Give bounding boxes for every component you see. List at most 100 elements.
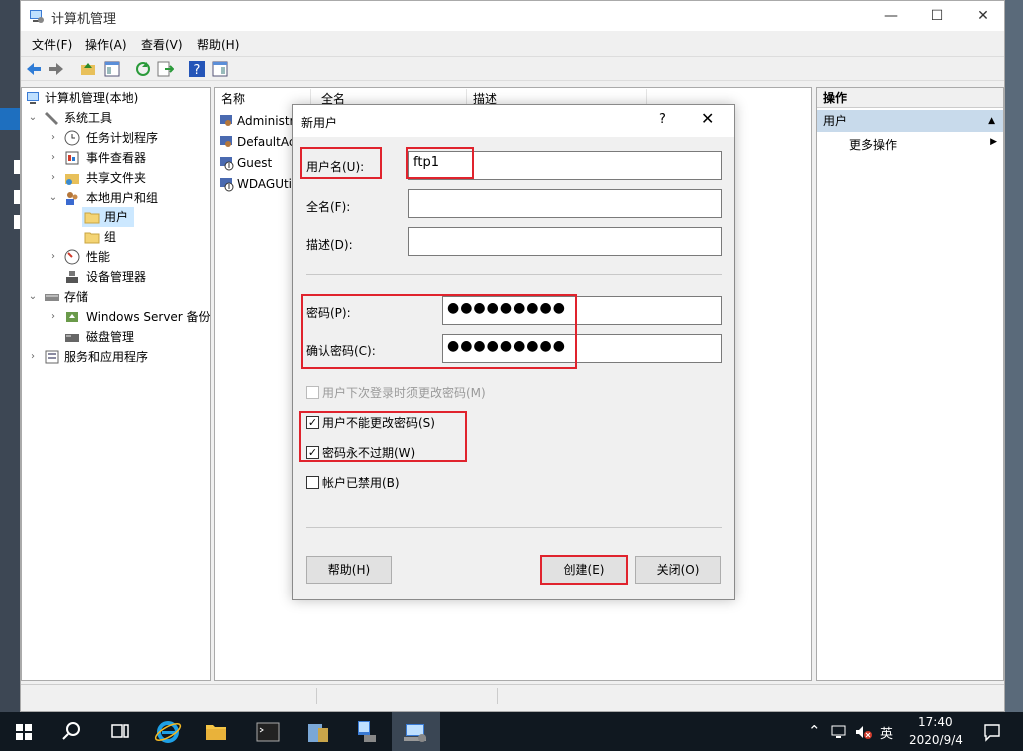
- chevron-down-icon[interactable]: ⌄: [28, 108, 38, 128]
- command-prompt-icon[interactable]: [252, 716, 284, 748]
- fullname-field[interactable]: [408, 189, 722, 218]
- menu-view[interactable]: 查看(V): [141, 36, 183, 53]
- actions-section-users[interactable]: 用户 ▲: [817, 110, 1003, 132]
- performance-icon: [64, 249, 80, 265]
- tree-item-device-manager[interactable]: 设备管理器: [64, 267, 208, 287]
- show-hidden-icons-icon[interactable]: ⌃: [808, 722, 821, 740]
- tree-label: 任务计划程序: [86, 131, 159, 145]
- ime-indicator[interactable]: 英: [880, 723, 893, 742]
- show-action-pane-icon[interactable]: [211, 60, 229, 78]
- tree-item-services-apps[interactable]: › 服务和应用程序: [28, 347, 208, 367]
- tree-item-root[interactable]: 计算机管理(本地): [26, 88, 206, 108]
- network-status-icon[interactable]: [830, 723, 848, 741]
- maximize-button[interactable]: ☐: [914, 1, 960, 31]
- up-folder-icon[interactable]: [79, 60, 97, 78]
- search-icon[interactable]: [56, 716, 88, 748]
- dialog-help-button[interactable]: ?: [659, 112, 666, 127]
- divider: [306, 274, 722, 275]
- tree-label: 事件查看器: [86, 151, 147, 165]
- user-icon: [220, 115, 232, 126]
- refresh-icon[interactable]: [134, 60, 152, 78]
- chevron-right-icon[interactable]: ›: [48, 128, 58, 148]
- help-button[interactable]: 帮助(H): [306, 556, 392, 584]
- event-viewer-icon: [65, 151, 79, 165]
- tree-label: 计算机管理(本地): [45, 91, 139, 105]
- chevron-down-icon[interactable]: ⌄: [48, 188, 58, 208]
- console-tree: 计算机管理(本地) ⌄ 系统工具 › 任务计划程序 › 事件查看器 › 共享文件…: [21, 87, 211, 681]
- menu-bar: 文件(F) 操作(A) 查看(V) 帮助(H): [21, 33, 1004, 55]
- chevron-right-icon[interactable]: ›: [48, 307, 58, 327]
- show-hide-tree-icon[interactable]: [103, 60, 121, 78]
- tree-item-storage[interactable]: ⌄ 存储: [28, 287, 208, 307]
- tree-item-performance[interactable]: › 性能: [48, 247, 208, 267]
- chevron-right-icon[interactable]: ›: [28, 347, 38, 367]
- close-dialog-button[interactable]: 关闭(O): [635, 556, 721, 584]
- tree-label: 存储: [64, 290, 89, 304]
- tree-item-disk-management[interactable]: 磁盘管理: [64, 327, 208, 347]
- tree-label: 共享文件夹: [86, 171, 147, 185]
- tools-icon: [45, 112, 58, 125]
- status-divider: [497, 688, 498, 704]
- fullname-label: 全名(F):: [306, 200, 351, 214]
- tree-label: 用户: [104, 210, 129, 224]
- dialog-close-button[interactable]: ✕: [701, 109, 714, 128]
- back-icon[interactable]: [25, 60, 43, 78]
- highlight-box: [540, 555, 628, 585]
- taskbar: ⌃ 英 17:40 2020/9/4: [0, 712, 1023, 751]
- must-change-password-checkbox[interactable]: [306, 386, 319, 399]
- menu-action[interactable]: 操作(A): [85, 36, 127, 53]
- tree-label: 服务和应用程序: [64, 350, 149, 364]
- tree-item-task-scheduler[interactable]: › 任务计划程序: [48, 128, 208, 148]
- more-actions-link[interactable]: 更多操作: [849, 135, 897, 155]
- minimize-button[interactable]: —: [868, 1, 914, 31]
- actions-header: 操作: [817, 88, 1003, 108]
- shared-folder-icon: [65, 174, 79, 185]
- tree-label: 性能: [86, 250, 111, 264]
- user-name: Guest: [237, 156, 273, 170]
- dialog-title-bar[interactable]: 新用户 ? ✕: [293, 105, 734, 137]
- title-bar[interactable]: 计算机管理 — ☐ ✕: [21, 1, 1004, 31]
- computer-management-taskbar-icon[interactable]: [400, 716, 432, 748]
- account-disabled-checkbox[interactable]: [306, 476, 319, 489]
- menu-help[interactable]: 帮助(H): [197, 36, 239, 53]
- user-icon: [220, 136, 232, 147]
- tree-item-windows-server-backup[interactable]: › Windows Server 备份: [48, 307, 211, 327]
- close-button[interactable]: ✕: [960, 1, 1006, 31]
- tree-item-users[interactable]: 用户: [82, 207, 134, 227]
- task-view-icon[interactable]: [104, 716, 136, 748]
- help-icon[interactable]: ?: [188, 60, 206, 78]
- clock-time[interactable]: 17:40: [918, 715, 953, 729]
- user-disabled-icon: [220, 157, 234, 171]
- clock-date[interactable]: 2020/9/4: [909, 733, 963, 747]
- tree-item-event-viewer[interactable]: › 事件查看器: [48, 148, 208, 168]
- divider: [306, 527, 722, 528]
- file-explorer-icon[interactable]: [200, 716, 232, 748]
- chevron-right-icon[interactable]: ›: [48, 148, 58, 168]
- menu-file[interactable]: 文件(F): [32, 36, 72, 53]
- device-manager-icon: [66, 271, 78, 283]
- tree-item-system-tools[interactable]: ⌄ 系统工具: [28, 108, 208, 128]
- disk-management-icon: [65, 334, 79, 342]
- windows-start-icon[interactable]: [8, 716, 40, 748]
- must-change-password-label: 用户下次登录时须更改密码(M): [322, 386, 486, 400]
- description-field[interactable]: [408, 227, 722, 256]
- chevron-right-icon[interactable]: ›: [48, 247, 58, 267]
- user-disabled-icon: [220, 178, 234, 192]
- tree-label: 磁盘管理: [86, 330, 135, 344]
- network-icon[interactable]: [350, 716, 382, 748]
- notifications-icon[interactable]: [982, 722, 1002, 742]
- clock-icon: [64, 130, 80, 146]
- tree-item-groups[interactable]: 组: [84, 227, 134, 247]
- export-list-icon[interactable]: [156, 60, 174, 78]
- collapse-up-icon[interactable]: ▲: [988, 110, 995, 132]
- tree-item-local-users-groups[interactable]: ⌄ 本地用户和组: [48, 188, 208, 208]
- tree-label: 本地用户和组: [86, 191, 159, 205]
- chevron-down-icon[interactable]: ⌄: [28, 287, 38, 307]
- volume-muted-icon[interactable]: [854, 723, 872, 741]
- chevron-right-icon[interactable]: ›: [48, 168, 58, 188]
- server-manager-icon[interactable]: [302, 716, 334, 748]
- forward-icon[interactable]: [47, 60, 65, 78]
- svg-text:?: ?: [194, 63, 201, 78]
- internet-explorer-icon[interactable]: [152, 716, 184, 748]
- tree-item-shared-folders[interactable]: › 共享文件夹: [48, 168, 208, 188]
